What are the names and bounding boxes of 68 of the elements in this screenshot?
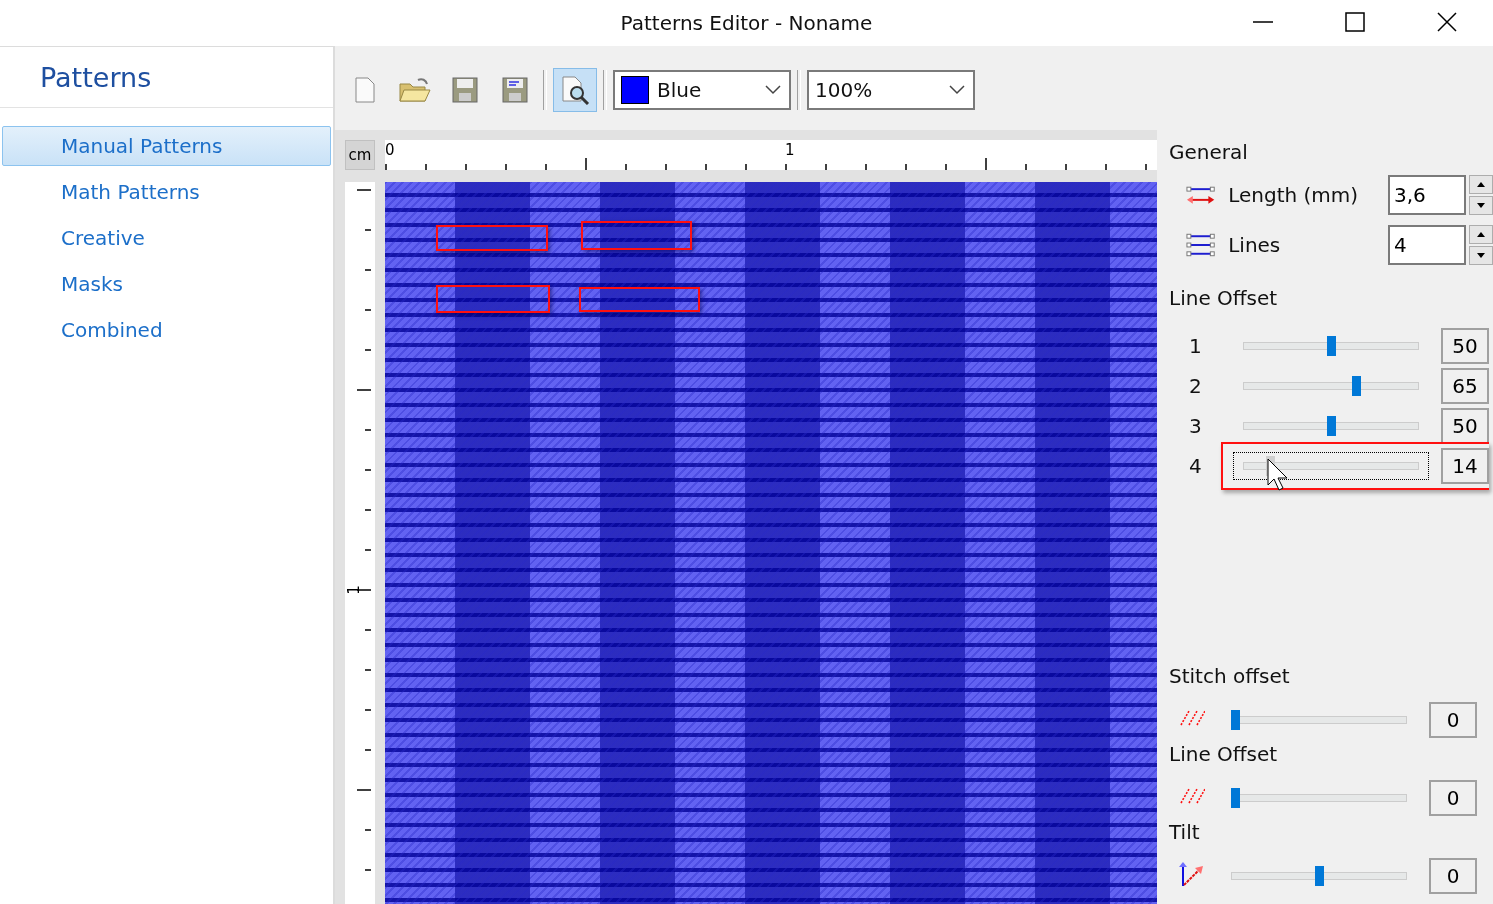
zoom-dropdown[interactable]: 100% xyxy=(807,70,975,110)
row-number: 3 xyxy=(1189,414,1203,438)
color-dropdown[interactable]: Blue xyxy=(613,70,791,110)
value-box: 0 xyxy=(1429,858,1477,894)
section-title: Stitch offset xyxy=(1169,664,1291,690)
sidebar-item[interactable]: Masks xyxy=(2,264,331,304)
spin-up-button[interactable] xyxy=(1469,225,1493,244)
minimize-icon xyxy=(1253,20,1273,24)
slider-thumb[interactable] xyxy=(1351,376,1361,396)
section-title: Tilt xyxy=(1169,820,1201,846)
length-arrow-icon xyxy=(1185,185,1217,205)
triangle-up-icon xyxy=(1477,182,1485,187)
slider-thumb[interactable] xyxy=(1326,336,1336,356)
unit-button[interactable]: cm xyxy=(345,140,375,170)
value-box: 0 xyxy=(1429,702,1477,738)
zoom-value: 100% xyxy=(815,78,874,102)
section-title: Line Offset xyxy=(1169,286,1279,312)
section-title: General xyxy=(1169,140,1249,166)
maximize-icon xyxy=(1345,12,1365,32)
row-number: 4 xyxy=(1189,454,1203,478)
slider[interactable] xyxy=(1231,788,1407,808)
slider[interactable] xyxy=(1231,866,1407,886)
sidebar-item[interactable]: Manual Patterns xyxy=(2,126,331,166)
window-title: Patterns Editor - Noname xyxy=(620,11,873,35)
slider[interactable] xyxy=(1243,416,1419,436)
axes-icon xyxy=(1179,861,1205,887)
sidebar-title: Patterns xyxy=(40,61,152,93)
value-box: 0 xyxy=(1429,780,1477,816)
hatch-lines-icon xyxy=(1179,788,1205,804)
vertical-ruler: 1 xyxy=(345,182,375,904)
slider-thumb[interactable] xyxy=(1231,710,1240,730)
slider-thumb[interactable] xyxy=(1314,866,1324,886)
slider[interactable] xyxy=(1231,710,1407,730)
field-label: Lines xyxy=(1227,233,1282,257)
hatch-lines-icon xyxy=(1179,710,1205,726)
lines-icon xyxy=(1185,233,1217,257)
sidebar-item[interactable]: Math Patterns xyxy=(2,172,331,212)
spin-down-button[interactable] xyxy=(1469,196,1493,215)
slider-thumb[interactable] xyxy=(1326,416,1336,436)
value-box: 50 xyxy=(1441,328,1489,364)
number-input[interactable]: 4 xyxy=(1388,225,1466,265)
spin-down-button[interactable] xyxy=(1469,246,1493,265)
slider[interactable] xyxy=(1243,376,1419,396)
value-box: 14 xyxy=(1441,448,1489,484)
horizontal-ruler: 0 1 xyxy=(385,140,1157,170)
row-number: 2 xyxy=(1189,374,1203,398)
row-number: 1 xyxy=(1189,334,1203,358)
color-value: Blue xyxy=(657,78,703,102)
slider[interactable] xyxy=(1243,336,1419,356)
number-input[interactable]: 3,6 xyxy=(1388,175,1466,215)
section-title: Line Offset xyxy=(1169,742,1279,768)
value-box: 65 xyxy=(1441,368,1489,404)
value-box: 50 xyxy=(1441,408,1489,444)
folder-icon xyxy=(398,76,432,104)
triangle-down-icon xyxy=(1477,253,1485,258)
blank-page-icon xyxy=(353,76,377,104)
chevron-down-icon xyxy=(949,85,965,95)
triangle-up-icon xyxy=(1477,232,1485,237)
field-label: Length (mm) xyxy=(1227,183,1360,207)
triangle-down-icon xyxy=(1477,203,1485,208)
page-magnifier-icon xyxy=(560,75,590,105)
spin-up-button[interactable] xyxy=(1469,175,1493,194)
sidebar-item[interactable]: Creative xyxy=(2,218,331,258)
preview-button[interactable] xyxy=(553,68,597,112)
slider-thumb[interactable] xyxy=(1231,788,1240,808)
sidebar-item[interactable]: Combined xyxy=(2,310,331,350)
chevron-down-icon xyxy=(765,85,781,95)
close-icon xyxy=(1437,12,1457,32)
